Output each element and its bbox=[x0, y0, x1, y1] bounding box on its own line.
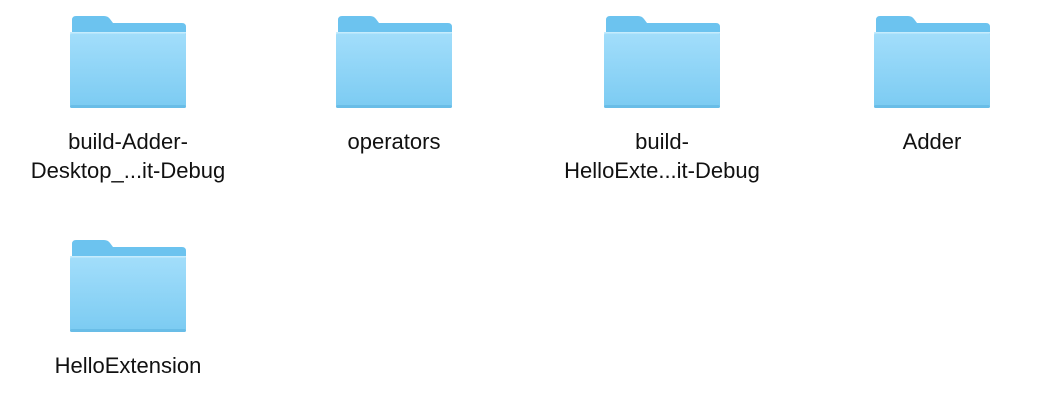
folder-label-line: HelloExtension bbox=[54, 353, 202, 378]
folder-icon[interactable] bbox=[334, 14, 454, 110]
folder-adder[interactable]: Adder bbox=[812, 0, 1052, 190]
folder-label: Adder bbox=[812, 127, 1052, 156]
folder-label: build- HelloExte...it-Debug bbox=[542, 127, 782, 185]
finder-icon-view: build-Adder- Desktop_...it-Debug operato… bbox=[0, 0, 1062, 408]
folder-label: operators bbox=[274, 127, 514, 156]
folder-icon[interactable] bbox=[68, 14, 188, 110]
folder-label-line: Adder bbox=[902, 129, 962, 154]
folder-label-line: build-Adder- bbox=[68, 129, 188, 154]
folder-label-line: operators bbox=[347, 129, 441, 154]
folder-operators[interactable]: operators bbox=[274, 0, 514, 190]
folder-build-adder-desktop[interactable]: build-Adder- Desktop_...it-Debug bbox=[8, 0, 248, 190]
folder-label-line: build- bbox=[635, 129, 689, 154]
folder-icon[interactable] bbox=[68, 238, 188, 334]
folder-helloextension[interactable]: HelloExtension bbox=[8, 224, 248, 414]
folder-label: build-Adder- Desktop_...it-Debug bbox=[8, 127, 248, 185]
folder-icon[interactable] bbox=[602, 14, 722, 110]
folder-build-helloextension[interactable]: build- HelloExte...it-Debug bbox=[542, 0, 782, 190]
folder-label-line: Desktop_...it-Debug bbox=[30, 158, 226, 183]
folder-label-line: HelloExte...it-Debug bbox=[564, 158, 760, 183]
folder-label: HelloExtension bbox=[8, 351, 248, 380]
folder-icon[interactable] bbox=[872, 14, 992, 110]
